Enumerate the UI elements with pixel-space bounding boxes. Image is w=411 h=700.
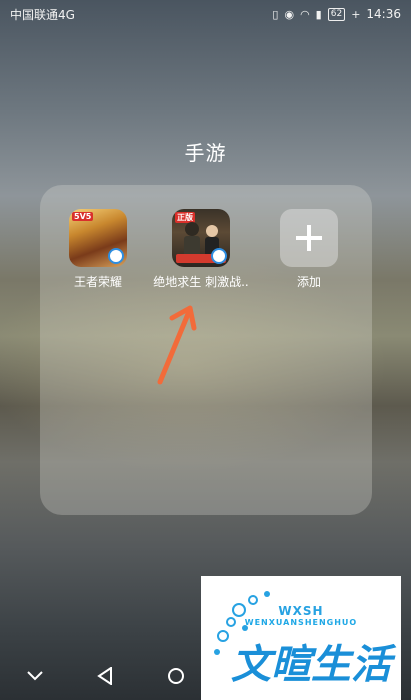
charging-icon: + [351,7,361,21]
watermark-top: WXSH [278,604,324,618]
eye-icon: ◉ [284,7,295,21]
watermark-sub: WENXUANSHENGHUO [244,618,358,627]
pubg-icon[interactable]: 正版 [172,209,230,267]
nav-back-button[interactable] [90,661,120,691]
app-label: 绝地求生 刺激战.. [153,275,249,289]
plus-icon[interactable] [280,209,338,267]
pointer-arrow-icon [157,305,197,385]
tencent-badge-icon [108,248,124,264]
tencent-badge-icon [211,248,227,264]
nav-down-button[interactable] [20,661,50,691]
back-triangle-icon [97,667,113,685]
add-app-button[interactable]: 添加 [259,209,359,290]
status-bar: 中国联通4G ▯ ◉ ◠ ▮ 62 + 14:36 [0,0,411,28]
honor-of-kings-icon[interactable]: 5V5 [69,209,127,267]
wifi-icon: ◠ [300,7,310,21]
battery-icon: 62 [327,7,346,21]
status-icons: ▯ ◉ ◠ ▮ 62 + 14:36 [272,7,401,21]
signal-icon: ▮ [315,7,322,21]
home-circle-icon [167,668,184,684]
app-label: 添加 [296,275,321,289]
app-label: 王者荣耀 [73,275,122,289]
watermark-main: 文暄生活 [231,642,391,688]
watermark-logo: WXSH WENXUANSHENGHUO 文暄生活 [201,576,401,700]
tag-label: 5V5 [72,212,94,221]
app-honor-of-kings[interactable]: 5V5 王者荣耀 [48,209,148,290]
plus-glyph [296,225,322,251]
carrier-label: 中国联通4G [10,7,75,22]
folder-title[interactable]: 手游 [0,137,411,166]
vibrate-icon: ▯ [272,7,279,21]
chevron-down-icon [27,671,43,681]
battery-level: 62 [330,8,343,19]
app-folder: 5V5 王者荣耀 正版 绝地求生 刺激战.. 添加 [40,185,372,515]
clock: 14:36 [366,7,401,21]
nav-home-button[interactable] [161,661,191,691]
app-pubg[interactable]: 正版 绝地求生 刺激战.. [151,209,251,290]
